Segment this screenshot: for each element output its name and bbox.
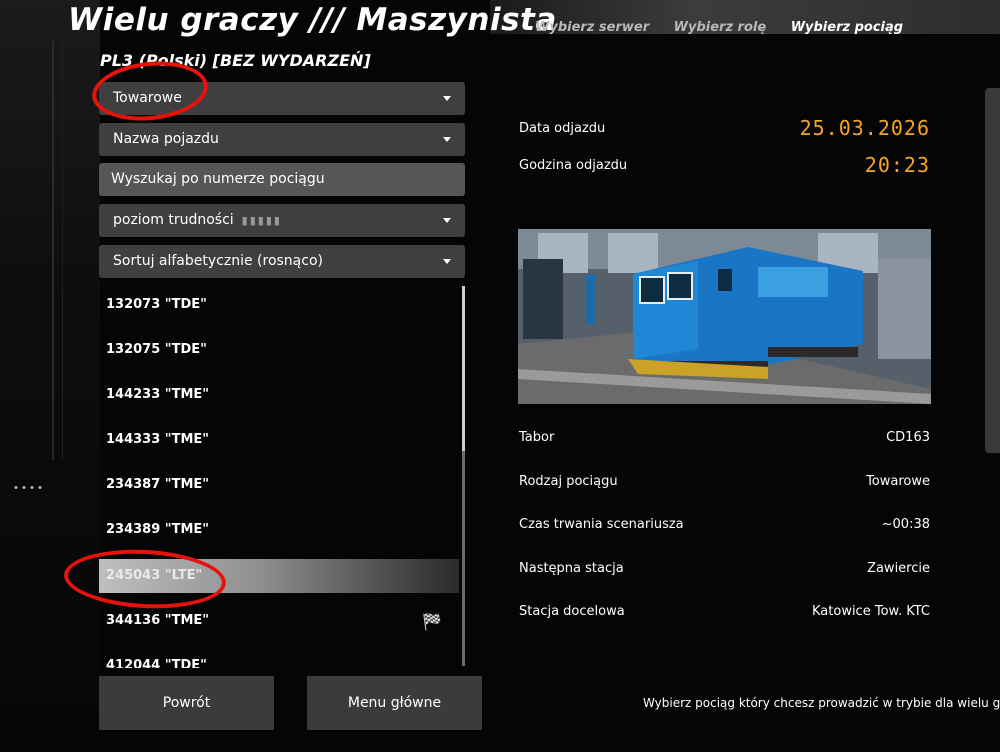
- chevron-down-icon: [443, 137, 451, 142]
- departure-time-value: 20:23: [864, 153, 930, 177]
- background-left: [0, 0, 100, 752]
- sort-value: Sortuj alfabetycznie (rosnąco): [113, 253, 323, 269]
- train-list-item[interactable]: 234387 "TME": [99, 468, 459, 502]
- departure-date-value: 25.03.2026: [799, 116, 930, 140]
- detail-label: Czas trwania scenariusza: [519, 517, 684, 532]
- checkered-flag-icon: 🏁: [422, 612, 442, 631]
- train-list[interactable]: 132073 "TDE" 132075 "TDE" 144233 "TME" 1…: [99, 284, 461, 668]
- detail-value: Katowice Tow. KTC: [812, 604, 930, 619]
- train-list-item[interactable]: 132075 "TDE": [99, 333, 459, 367]
- breadcrumb-nav: Wybierz serwer Wybierz rolę Wybierz poci…: [535, 20, 923, 35]
- background-lights: [12, 486, 42, 489]
- vehicle-name-value: Nazwa pojazdu: [113, 131, 219, 147]
- nav-select-server[interactable]: Wybierz serwer: [535, 20, 649, 35]
- app-title: Wielu graczy /// Maszynista: [68, 2, 557, 38]
- chevron-down-icon: [443, 218, 451, 223]
- train-list-item[interactable]: 132073 "TDE": [99, 288, 459, 322]
- detail-value: Zawiercie: [867, 561, 930, 576]
- nav-select-train[interactable]: Wybierz pociąg: [791, 20, 903, 35]
- train-number-search-input[interactable]: Wyszukaj po numerze pociągu: [99, 163, 465, 196]
- detail-value: ~00:38: [881, 517, 930, 532]
- side-panel-edge: [985, 88, 1000, 453]
- chevron-down-icon: [443, 96, 451, 101]
- back-button[interactable]: Powrót: [99, 676, 274, 730]
- difficulty-dots: ▮▮▮▮▮: [241, 214, 282, 227]
- departure-date-label: Data odjazdu: [519, 121, 606, 136]
- difficulty-dropdown[interactable]: poziom trudności ▮▮▮▮▮: [99, 204, 465, 237]
- difficulty-label: poziom trudności: [113, 212, 234, 228]
- background-pole: [62, 40, 63, 460]
- main-menu-button[interactable]: Menu główne: [307, 676, 482, 730]
- detail-value: CD163: [886, 430, 930, 445]
- detail-label: Następna stacja: [519, 561, 624, 576]
- sort-dropdown[interactable]: Sortuj alfabetycznie (rosnąco): [99, 245, 465, 278]
- detail-value: Towarowe: [866, 474, 930, 489]
- search-placeholder: Wyszukaj po numerze pociągu: [111, 171, 325, 187]
- detail-label: Rodzaj pociągu: [519, 474, 618, 489]
- train-list-item[interactable]: 412044 "TDE": [99, 649, 459, 668]
- train-list-item[interactable]: 344136 "TME": [99, 604, 459, 638]
- detail-label: Tabor: [519, 430, 555, 445]
- nav-select-role[interactable]: Wybierz rolę: [674, 20, 767, 35]
- departure-time-label: Godzina odjazdu: [519, 158, 628, 173]
- train-list-item[interactable]: 144233 "TME": [99, 378, 459, 412]
- detail-label: Stacja docelowa: [519, 604, 625, 619]
- list-scrollbar-thumb[interactable]: [462, 286, 465, 451]
- train-list-item[interactable]: 234389 "TME": [99, 513, 459, 547]
- train-preview-image: [518, 229, 931, 404]
- background-pole: [52, 40, 54, 460]
- chevron-down-icon: [443, 259, 451, 264]
- footer-hint: Wybierz pociąg który chcesz prowadzić w …: [643, 696, 1000, 710]
- vehicle-name-dropdown[interactable]: Nazwa pojazdu: [99, 123, 465, 156]
- train-list-item[interactable]: 144333 "TME": [99, 423, 459, 457]
